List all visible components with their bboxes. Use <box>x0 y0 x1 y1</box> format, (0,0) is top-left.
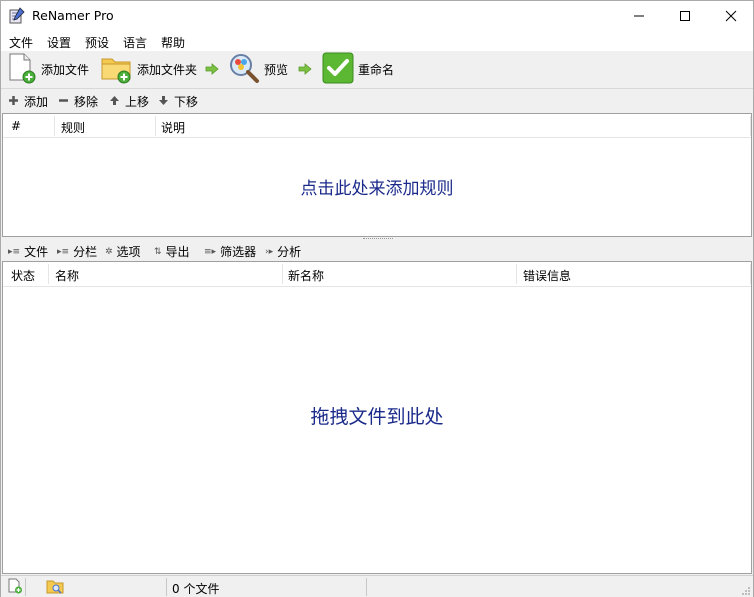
preview-label: 预览 <box>264 63 289 77</box>
rename-label: 重命名 <box>358 63 395 77</box>
export-menu-button[interactable]: ⇅ 导出 <box>154 243 190 260</box>
filters-menu-button[interactable]: ≡▸ 筛选器 <box>204 243 256 260</box>
add-files-label: 添加文件 <box>41 63 90 77</box>
add-file-small-icon[interactable] <box>7 578 23 597</box>
window-title: ReNamer Pro <box>32 8 114 23</box>
column-divider[interactable] <box>54 116 55 136</box>
files-col-name[interactable]: 名称 <box>55 267 79 284</box>
status-bar: 0 个文件 <box>1 575 753 597</box>
menu-help[interactable]: 帮助 <box>161 34 185 51</box>
splitter-grip <box>363 238 393 240</box>
files-menu-button[interactable]: ▸≡ 文件 <box>8 243 48 260</box>
add-rule-label: 添加 <box>24 95 49 109</box>
checkmark-icon <box>322 52 354 87</box>
menu-settings[interactable]: 设置 <box>47 34 71 51</box>
resize-grip-icon[interactable] <box>741 585 751 595</box>
column-divider[interactable] <box>750 116 751 136</box>
minus-icon <box>58 95 69 109</box>
files-toolbar: ▸≡ 文件 ▸≡ 分栏 ✲ 选项 ⇅ 导出 ≡▸ 筛选器 ›▸ 分析 <box>1 241 753 261</box>
magnifier-icon <box>228 52 260 87</box>
columns-menu-label: 分栏 <box>73 245 98 259</box>
menu-bar: 文件 设置 预设 语言 帮助 <box>1 31 753 51</box>
files-list[interactable]: 状态 名称 新名称 错误信息 拖拽文件到此处 <box>2 261 752 574</box>
analyze-menu-button[interactable]: ›▸ 分析 <box>265 243 301 260</box>
move-up-label: 上移 <box>125 95 150 109</box>
rules-toolbar: 添加 移除 上移 下移 <box>1 89 753 113</box>
options-menu-label: 选项 <box>116 245 141 259</box>
files-menu-icon: ▸≡ <box>8 246 21 257</box>
status-divider <box>366 578 367 596</box>
plus-icon <box>8 95 19 109</box>
renamer-window: ReNamer Pro 文件 设置 预设 语言 帮助 添加文件 添加文件夹 预览… <box>0 0 754 597</box>
columns-menu-button[interactable]: ▸≡ 分栏 <box>57 243 97 260</box>
files-col-new-name[interactable]: 新名称 <box>288 267 324 284</box>
add-rules-hint[interactable]: 点击此处来添加规则 <box>3 174 751 199</box>
remove-rule-label: 移除 <box>74 95 99 109</box>
drop-files-hint: 拖拽文件到此处 <box>310 406 444 428</box>
export-menu-label: 导出 <box>165 245 190 259</box>
move-up-button[interactable]: 上移 <box>109 93 149 110</box>
status-divider <box>25 578 26 596</box>
rules-col-number[interactable]: # <box>11 119 21 133</box>
columns-icon: ▸≡ <box>57 246 70 257</box>
filter-icon: ≡▸ <box>204 246 217 257</box>
files-col-error[interactable]: 错误信息 <box>523 267 571 284</box>
analyze-menu-label: 分析 <box>277 245 302 259</box>
move-down-button[interactable]: 下移 <box>158 93 198 110</box>
options-icon: ✲ <box>105 246 113 257</box>
arrow-up-icon <box>109 95 120 109</box>
minimize-button[interactable] <box>616 1 662 31</box>
app-icon <box>8 7 26 25</box>
menu-file[interactable]: 文件 <box>9 34 33 51</box>
move-down-label: 下移 <box>174 95 199 109</box>
menu-presets[interactable]: 预设 <box>85 34 109 51</box>
column-divider[interactable] <box>516 264 517 284</box>
add-files-button[interactable]: 添加文件 <box>7 51 89 88</box>
arrow-down-icon <box>158 95 169 109</box>
rules-col-rule[interactable]: 规则 <box>61 119 85 136</box>
column-divider[interactable] <box>155 116 156 136</box>
rules-list[interactable]: # 规则 说明 点击此处来添加规则 <box>2 113 752 237</box>
add-file-icon <box>7 52 37 87</box>
remove-rule-button[interactable]: 移除 <box>58 93 98 110</box>
column-divider[interactable] <box>48 264 49 284</box>
rules-header: # 规则 说明 <box>3 114 751 138</box>
arrow-right-icon <box>205 63 219 78</box>
column-divider[interactable] <box>282 264 283 284</box>
column-divider[interactable] <box>750 264 751 284</box>
files-header: 状态 名称 新名称 错误信息 <box>3 262 751 287</box>
main-toolbar: 添加文件 添加文件夹 预览 重命名 <box>1 51 753 89</box>
add-folder-label: 添加文件夹 <box>137 63 198 77</box>
rename-button[interactable]: 重命名 <box>322 51 394 88</box>
filters-menu-label: 筛选器 <box>220 245 257 259</box>
analyze-icon: ›▸ <box>265 246 274 257</box>
title-bar: ReNamer Pro <box>1 1 753 31</box>
close-button[interactable] <box>708 1 754 31</box>
add-folder-icon <box>100 52 133 87</box>
files-col-state[interactable]: 状态 <box>11 267 35 284</box>
files-menu-label: 文件 <box>24 245 49 259</box>
export-icon: ⇅ <box>154 246 162 257</box>
maximize-button[interactable] <box>662 1 708 31</box>
menu-language[interactable]: 语言 <box>123 34 147 51</box>
file-count: 0 个文件 <box>172 582 220 596</box>
rules-col-description[interactable]: 说明 <box>161 119 185 136</box>
preview-button[interactable]: 预览 <box>228 51 288 88</box>
arrow-right-icon <box>298 63 312 78</box>
folder-search-icon[interactable] <box>46 578 64 597</box>
options-menu-button[interactable]: ✲ 选项 <box>105 243 141 260</box>
add-rule-button[interactable]: 添加 <box>8 93 48 110</box>
add-folder-button[interactable]: 添加文件夹 <box>100 51 197 88</box>
status-divider <box>166 578 167 596</box>
